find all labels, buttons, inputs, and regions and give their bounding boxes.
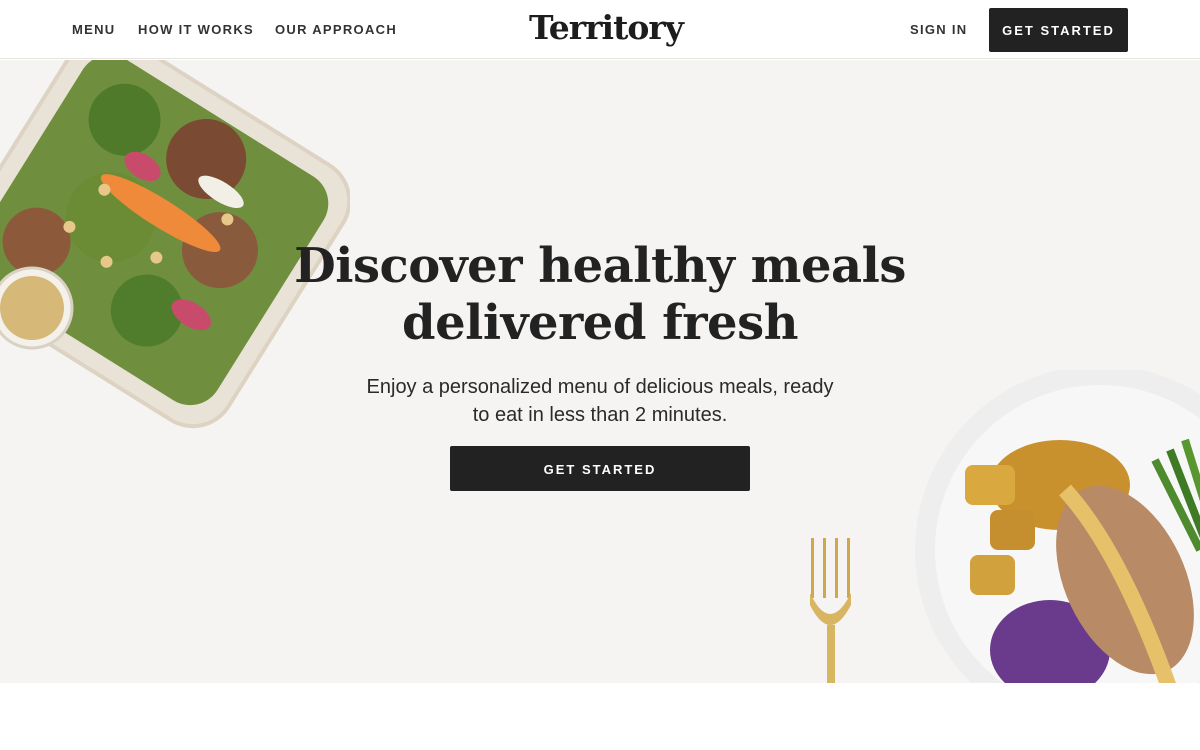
below-fold-section — [0, 683, 1200, 750]
hero-title-line-2: delivered fresh — [402, 295, 799, 351]
nav-menu-link[interactable]: MENU — [72, 22, 115, 37]
header-get-started-button[interactable]: GET STARTED — [989, 8, 1128, 52]
hero-title-line-1: Discover healthy meals — [294, 238, 906, 294]
brand-logo[interactable]: Territory — [529, 8, 684, 47]
fork-image — [810, 538, 851, 683]
hero-subtitle-line-2: to eat in less than 2 minutes. — [472, 404, 728, 426]
sign-in-link[interactable]: SIGN IN — [910, 22, 968, 37]
hero-title: Discover healthy meals delivered fresh — [250, 238, 950, 352]
nav-how-it-works-link[interactable]: HOW IT WORKS — [138, 22, 254, 37]
nav-our-approach-link[interactable]: OUR APPROACH — [275, 22, 397, 37]
hero-get-started-button[interactable]: GET STARTED — [450, 446, 750, 491]
plate-image — [915, 370, 1200, 683]
hero-section: Discover healthy meals delivered fresh E… — [0, 60, 1200, 683]
hero-subtitle-line-1: Enjoy a personalized menu of delicious m… — [366, 376, 834, 398]
hero-subtitle: Enjoy a personalized menu of delicious m… — [340, 373, 860, 429]
site-header: MENU HOW IT WORKS OUR APPROACH Territory… — [0, 0, 1200, 59]
